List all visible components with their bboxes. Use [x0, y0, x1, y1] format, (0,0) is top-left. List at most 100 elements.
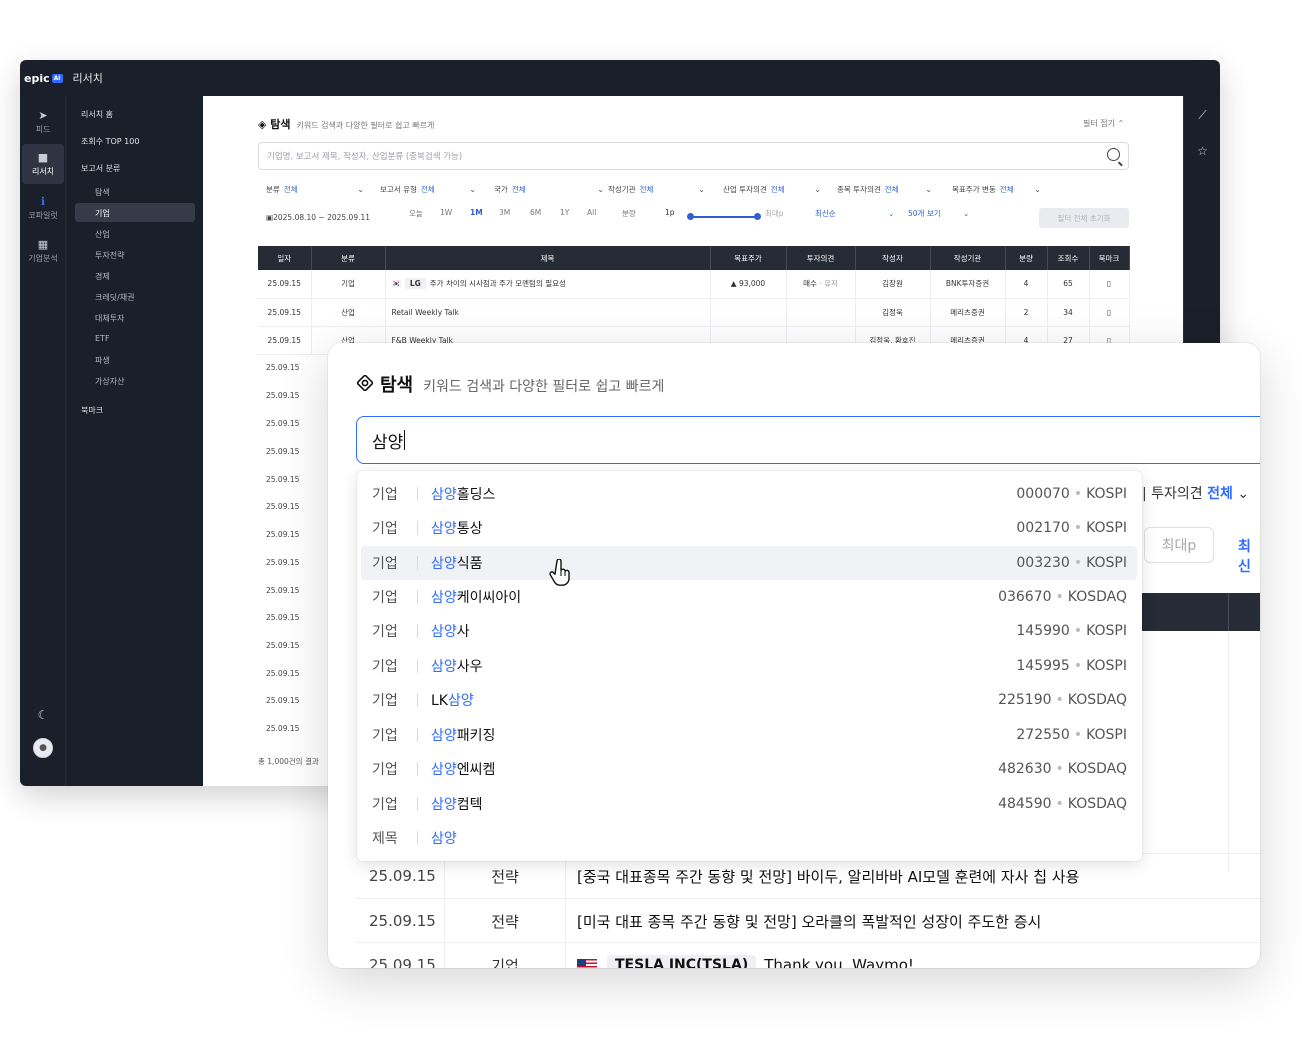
filter-category[interactable]: 분류 전체 ⌄	[266, 180, 364, 198]
period-1w[interactable]: 1W	[440, 208, 452, 217]
bookmark-icon[interactable]: ▯	[1089, 298, 1130, 327]
filter-report-type[interactable]: 보고서 유형 전체 ⌄	[380, 180, 476, 198]
column-divider	[1228, 631, 1229, 871]
nav-item-credit[interactable]: 크레딧/채권	[95, 292, 135, 303]
table-header	[1142, 593, 1260, 631]
period-all[interactable]: All	[587, 208, 596, 217]
page-size-select[interactable]: 50개 보기 ⌄	[908, 208, 969, 219]
filter-target-change[interactable]: 목표주가 변동 전체 ⌄	[952, 180, 1041, 198]
bookmark-icon[interactable]: ▯	[1089, 270, 1130, 299]
suggestion-item[interactable]: 기업 삼양엔씨켐 482630 • KOSDAQ	[361, 752, 1137, 786]
search-input[interactable]: 삼양	[356, 416, 1260, 464]
suggestion-item[interactable]: 기업 삼양통상 002170 • KOSPI	[361, 511, 1137, 545]
suggestion-item[interactable]: 기업 삼양사 145990 • KOSPI	[361, 614, 1137, 648]
filter-stock-opinion[interactable]: | 투자의견 전체 ⌄	[1142, 483, 1249, 503]
period-1m[interactable]: 1M	[470, 208, 483, 217]
text-caret	[404, 430, 406, 450]
table-row[interactable]: 25.09.15 기업 🇰🇷 LG 주가 차이의 시사점과 주가 모멘텀의 필요성 …	[258, 270, 1130, 299]
nav-item-etf[interactable]: ETF	[95, 334, 110, 343]
nav-selected-highlight	[75, 203, 195, 222]
korea-flag-icon: 🇰🇷	[391, 279, 401, 289]
result-count: 총 1,000건의 결과	[258, 757, 319, 766]
nav-bookmark[interactable]: 북마크	[81, 405, 103, 416]
suggestion-item[interactable]: 기업 삼양패키징 272550 • KOSPI	[361, 718, 1137, 752]
app-title: 리서치	[72, 72, 103, 85]
panel-subtitle: 키워드 검색과 다양한 필터로 쉽고 빠르게	[423, 379, 665, 395]
table-row[interactable]: 25.09.15 전략 [미국 대표 종목 주간 동향 및 전망] 오라클의 폭…	[356, 898, 1260, 943]
suggestion-item[interactable]: 기업 LK삼양 225190 • KOSDAQ	[361, 683, 1137, 717]
chevron-down-icon: ⌄	[469, 184, 476, 194]
filter-industry-opinion[interactable]: 산업 투자의견 전체 ⌄	[723, 180, 821, 198]
nav-item-economy[interactable]: 경제	[95, 271, 110, 282]
nav-item-company[interactable]: 기업	[95, 208, 110, 219]
moon-icon[interactable]: ☾	[20, 708, 66, 722]
reset-filters-button[interactable]: 필터 전체 초기화	[1039, 208, 1129, 228]
epic-ai-logo[interactable]: epic AI	[24, 72, 63, 85]
rail-item-feed[interactable]: ➤ 피드	[22, 102, 64, 142]
period-today[interactable]: 오늘	[409, 208, 423, 219]
sort-select[interactable]: 최신	[1238, 536, 1260, 576]
row-date: 25.09.15	[266, 475, 300, 484]
page-max: 최대p	[1144, 527, 1214, 563]
send-icon: ➤	[38, 109, 48, 122]
row-date: 25.09.15	[266, 558, 300, 567]
row-date: 25.09.15	[266, 669, 300, 678]
hand-cursor-icon	[549, 559, 570, 586]
chevron-down-icon: ⌄	[925, 184, 932, 194]
up-arrow-icon: ▲	[730, 279, 739, 289]
search-input[interactable]: 기업명, 보고서 제목, 작성자, 산업분류 (중복검색 가능)	[258, 142, 1129, 170]
nav-category[interactable]: 보고서 분류	[81, 163, 120, 174]
nav-item-strategy[interactable]: 투자전략	[95, 250, 124, 261]
nav-top100[interactable]: 조회수 TOP 100	[81, 136, 139, 147]
search-icon[interactable]	[1107, 148, 1120, 161]
period-3m[interactable]: 3M	[499, 208, 510, 217]
nav-item-industry[interactable]: 산업	[95, 229, 110, 240]
nav-item-alternative[interactable]: 대체투자	[95, 313, 124, 324]
stock-tag[interactable]: LG	[404, 278, 426, 290]
stock-tag[interactable]: TESLA INC(TSLA)	[607, 955, 757, 968]
autocomplete-dropdown: 기업 삼양홀딩스 000070 • KOSPI 기업 삼양통상 002170 • KOSPI 기…	[357, 471, 1142, 861]
suggestion-item-hovered[interactable]: 기업 삼양식품 003230 • KOSPI	[361, 546, 1137, 580]
page-range-slider[interactable]	[687, 213, 761, 220]
nav-research-home[interactable]: 리서치 홈	[81, 109, 113, 120]
star-icon[interactable]: ☆	[1184, 144, 1220, 158]
period-6m[interactable]: 6M	[530, 208, 541, 217]
chevron-down-icon: ⌄	[1237, 486, 1250, 502]
sort-select[interactable]: 최신순 ⌄	[815, 208, 894, 219]
period-1y[interactable]: 1Y	[560, 208, 569, 217]
us-flag-icon	[577, 959, 597, 968]
row-date: 25.09.15	[266, 502, 300, 511]
table-row[interactable]: 25.09.15 기업 TESLA INC(TSLA) Thank you, Wa…	[356, 942, 1260, 968]
avatar[interactable]: ●	[33, 738, 53, 758]
date-range-picker[interactable]: ▣ 2025.08.10 ~ 2025.09.11	[266, 208, 370, 226]
page-subtitle: 키워드 검색과 다양한 필터로 쉽고 빠르게	[296, 121, 435, 130]
chevron-down-icon: ⌄	[1034, 184, 1041, 194]
nav-item-derivatives[interactable]: 파생	[95, 355, 110, 366]
filter-stock-opinion[interactable]: 종목 투자의견 전체 ⌄	[837, 180, 932, 198]
page-title: ◈ 탐색	[258, 118, 291, 131]
suggestion-item[interactable]: 기업 삼양케이씨아이 036670 • KOSDAQ	[361, 580, 1137, 614]
research-nav: 리서치 홈 조회수 TOP 100 보고서 분류 탐색 기업 산업 투자전략 경…	[67, 96, 203, 786]
suggestion-item[interactable]: 기업 삼양컴텍 484590 • KOSDAQ	[361, 787, 1137, 821]
filter-country[interactable]: 국가 전체 ⌄	[494, 180, 604, 198]
row-date: 25.09.15	[266, 696, 300, 705]
rail-item-copilot[interactable]: ℹ 코파일럿	[22, 188, 64, 228]
building-icon: ▦	[37, 238, 49, 251]
chart-icon[interactable]: ⟋	[1184, 108, 1220, 123]
table-header: 일자 분류 제목 목표주가 투자의견 작성자 작성기관 분량 조회수 북마크	[258, 246, 1130, 270]
fold-filters-button[interactable]: 필터 접기 ⌃	[1083, 118, 1124, 129]
filter-institution[interactable]: 작성기관 전체 ⌄	[608, 180, 705, 198]
nav-item-explore[interactable]: 탐색	[95, 187, 110, 198]
rail-item-research[interactable]: ■ 리서치	[22, 144, 64, 184]
suggestion-item-title[interactable]: 제목 삼양	[361, 821, 1137, 855]
table-row[interactable]: 25.09.15 산업 Retail Weekly Talk 김정욱 메리츠증권…	[258, 298, 1130, 327]
report-table: 일자 분류 제목 목표주가 투자의견 작성자 작성기관 분량 조회수 북마크 25.09.15 기…	[258, 246, 1130, 355]
suggestion-item[interactable]: 기업 삼양홀딩스 000070 • KOSPI	[361, 477, 1137, 511]
suggestion-item[interactable]: 기업 삼양사우 145995 • KOSPI	[361, 649, 1137, 683]
nav-item-crypto[interactable]: 가상자산	[95, 376, 124, 387]
row-date: 25.09.15	[266, 447, 300, 456]
rail-item-company-analysis[interactable]: ▦ 기업분석	[22, 231, 64, 271]
target-icon	[357, 375, 373, 391]
icon-rail: ➤ 피드 ■ 리서치 ℹ 코파일럿 ▦ 기업분석 ☾ ●	[20, 96, 66, 786]
chevron-down-icon: ⌄	[597, 184, 604, 194]
